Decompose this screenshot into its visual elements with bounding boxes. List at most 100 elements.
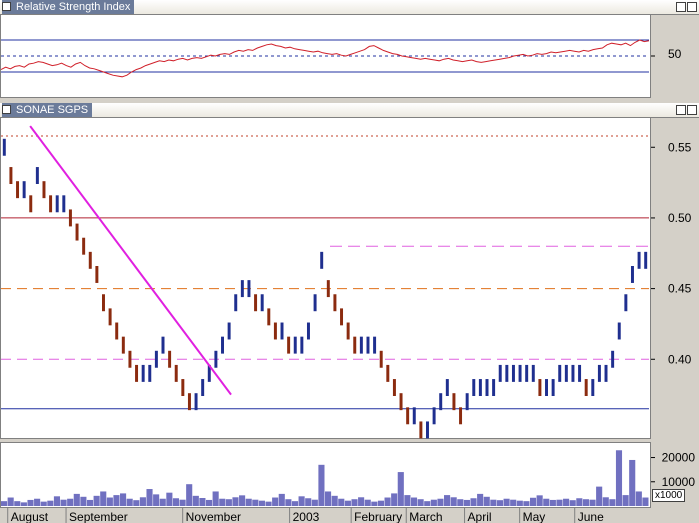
volume-bar: [331, 495, 338, 506]
volume-bar: [172, 498, 180, 506]
volume-bar: [430, 499, 437, 506]
volume-bar: [265, 501, 272, 506]
month-label: March: [409, 510, 442, 523]
volume-bar: [470, 498, 477, 506]
volume-bar: [219, 498, 226, 506]
volume-bar: [635, 491, 642, 506]
volume-bar: [490, 499, 497, 506]
volume-bar: [86, 499, 94, 506]
volume-bar: [510, 499, 517, 506]
volume-bar: [146, 489, 153, 506]
volume-bar: [358, 497, 365, 506]
month-label: February: [354, 510, 402, 523]
volume-bar: [543, 498, 550, 506]
volume-bar: [549, 499, 556, 506]
volume-bar: [364, 499, 371, 506]
volume-bar: [536, 495, 543, 506]
volume-bar: [397, 472, 404, 506]
month-label: June: [578, 510, 604, 523]
volume-bar: [576, 498, 583, 506]
volume-bar: [34, 498, 41, 506]
volume-bar: [318, 464, 325, 506]
volume-bar: [47, 500, 54, 506]
volume-bar: [582, 499, 589, 506]
volume-bar: [120, 493, 127, 506]
volume-bar: [298, 496, 305, 506]
month-label: November: [186, 510, 241, 523]
volume-bar: [404, 495, 411, 506]
volume-bar: [377, 500, 385, 506]
volume-bar: [139, 497, 146, 506]
volume-bar: [602, 497, 609, 506]
volume-bar: [457, 499, 464, 506]
volume-bar: [239, 495, 246, 506]
volume-bar: [272, 497, 279, 506]
volume-bar: [325, 491, 332, 506]
volume-bar: [199, 498, 206, 506]
month-label: 2003: [293, 510, 320, 523]
month-label: April: [468, 510, 492, 523]
volume-bar: [615, 450, 623, 506]
volume-bar: [483, 496, 490, 506]
volume-bar: [410, 497, 418, 506]
volume-bar: [40, 501, 47, 506]
volume-bar: [351, 499, 358, 506]
volume-bar: [556, 499, 563, 506]
volume-tick-label: 20000: [662, 451, 696, 465]
volume-bar: [67, 498, 74, 506]
volume-bar: [629, 459, 636, 506]
volume-bar: [245, 498, 252, 506]
price-tick-label: 0.40: [668, 352, 692, 366]
volume-bar: [285, 499, 292, 506]
volume-bar: [106, 497, 113, 506]
volume-bar: [569, 500, 576, 506]
month-label: September: [69, 510, 128, 523]
volume-bar: [192, 495, 199, 506]
volume-bar: [291, 501, 299, 506]
volume-bar: [496, 500, 504, 506]
volume-bar: [60, 499, 67, 506]
volume-bar: [529, 497, 537, 506]
volume-bar: [53, 496, 61, 506]
volume-bar: [338, 498, 345, 506]
volume-bar: [14, 501, 21, 506]
volume-bar: [205, 499, 213, 506]
volume-bar: [563, 498, 570, 506]
volume-bar: [523, 501, 530, 506]
volume-bar: [424, 501, 431, 506]
volume-bar: [437, 498, 444, 506]
volume-bar: [417, 499, 424, 506]
volume-bar: [20, 502, 27, 506]
volume-bar: [225, 499, 232, 506]
volume-bar: [384, 497, 391, 506]
volume-bar: [159, 498, 166, 506]
volume-bar: [186, 484, 193, 506]
volume-bar: [133, 500, 140, 506]
volume-bar: [1, 501, 8, 506]
volume-bar: [126, 498, 133, 506]
volume-bar: [516, 500, 523, 506]
volume-bar: [642, 497, 649, 506]
volume-bar: [232, 497, 239, 506]
volume-bar: [589, 499, 596, 506]
volume-bar: [179, 499, 186, 506]
volume-bar: [100, 491, 107, 506]
volume-bar: [278, 493, 285, 506]
volume-bar: [344, 500, 351, 506]
volume-tick-label: 10000: [662, 475, 696, 489]
volume-bar: [7, 497, 14, 506]
volume-bar: [80, 496, 87, 506]
volume-bar: [371, 501, 378, 506]
volume-bar: [463, 499, 470, 506]
volume-bar: [252, 499, 259, 506]
volume-bar: [609, 499, 616, 506]
volume-bar: [391, 493, 398, 506]
volume-bar: [93, 495, 100, 506]
price-tick-label: 0.45: [668, 282, 692, 296]
volume-bar: [166, 492, 173, 506]
volume-bar: [444, 495, 451, 506]
volume-bar: [450, 497, 457, 506]
volume-bar: [596, 486, 603, 506]
volume-bar: [113, 495, 120, 506]
volume-bar: [477, 493, 484, 506]
